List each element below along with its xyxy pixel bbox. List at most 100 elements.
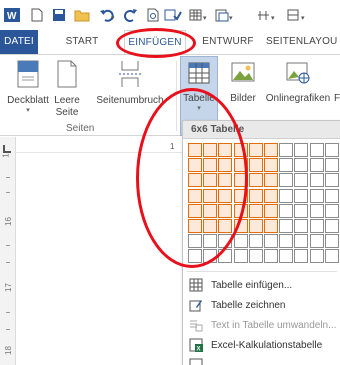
bilder-button[interactable]: Bilder	[226, 59, 260, 105]
undo-icon[interactable]: ▾	[98, 7, 118, 23]
table-grid-cell[interactable]	[324, 249, 339, 264]
table-grid-cell[interactable]	[233, 234, 248, 249]
table-grid-cell[interactable]	[218, 173, 233, 188]
table-grid-cell[interactable]	[233, 203, 248, 218]
table-grid-cell[interactable]	[218, 143, 233, 157]
menu-item-quick-tables[interactable]	[183, 355, 340, 365]
table-grid-cell[interactable]	[248, 173, 263, 188]
table-grid-cell[interactable]	[294, 188, 309, 203]
table-grid-cell[interactable]	[264, 188, 278, 203]
tab-einfuegen[interactable]: EINFÜGEN	[124, 30, 186, 55]
table-grid-cell[interactable]	[309, 219, 324, 233]
tab-seitenlayout[interactable]: SEITENLAYOU	[266, 30, 340, 54]
table-grid-cell[interactable]	[264, 249, 278, 264]
menu-item-draw-table[interactable]: Tabelle zeichnen	[183, 295, 340, 315]
table-grid-cell[interactable]	[279, 188, 294, 203]
table-grid-cell[interactable]	[324, 143, 339, 157]
new-document-icon[interactable]	[30, 7, 44, 23]
table-grid-cell[interactable]	[203, 158, 218, 173]
table-grid-cell[interactable]	[188, 158, 202, 173]
table-grid-cell[interactable]	[294, 219, 309, 233]
table-grid-cell[interactable]	[218, 234, 233, 249]
table-grid-cell[interactable]	[294, 158, 309, 173]
open-folder-icon[interactable]	[74, 7, 90, 23]
tabelle-button-content[interactable]: Tabelle ▾	[180, 59, 218, 113]
redo-icon[interactable]	[124, 7, 138, 23]
table-grid-cell[interactable]	[324, 188, 339, 203]
table-grid-cell[interactable]	[279, 143, 294, 157]
table-grid-cell[interactable]	[248, 158, 263, 173]
tab-selector-icon[interactable]	[3, 145, 11, 153]
table-grid-cell[interactable]	[309, 173, 324, 188]
table-grid-cell[interactable]	[218, 203, 233, 218]
table-grid-cell[interactable]	[233, 219, 248, 233]
tab-start[interactable]: START	[60, 30, 104, 54]
table-grid-cell[interactable]	[324, 158, 339, 173]
table-grid-cell[interactable]	[324, 234, 339, 249]
table-grid-cell[interactable]	[248, 203, 263, 218]
table-grid-cell[interactable]	[203, 143, 218, 157]
table-grid-cell[interactable]	[233, 188, 248, 203]
seitenumbruch-button[interactable]: Seitenumbruch	[84, 59, 176, 107]
table-grid-cell[interactable]	[203, 173, 218, 188]
tab-datei[interactable]: DATEI	[0, 30, 38, 54]
table-grid-cell[interactable]	[324, 203, 339, 218]
table-grid-cell[interactable]	[218, 188, 233, 203]
word-logo-icon[interactable]: W	[4, 7, 20, 23]
table-grid-cell[interactable]	[264, 158, 278, 173]
more-icon[interactable]: ▾	[286, 7, 310, 23]
table-grid-cell[interactable]	[309, 249, 324, 264]
table-grid-cell[interactable]	[279, 234, 294, 249]
table-grid-cell[interactable]	[309, 203, 324, 218]
paste-icon[interactable]: ▾	[214, 7, 236, 23]
align-icon[interactable]: ▾	[256, 7, 280, 23]
tab-entwurf[interactable]: ENTWURF	[200, 30, 256, 54]
table-grid-cell[interactable]	[264, 234, 278, 249]
table-grid-cell[interactable]	[248, 234, 263, 249]
table-grid-cell[interactable]	[218, 158, 233, 173]
table-grid-cell[interactable]	[264, 219, 278, 233]
table-grid-cell[interactable]	[248, 143, 263, 157]
more-ribbon-button[interactable]: F	[334, 59, 340, 105]
table-grid-cell[interactable]	[294, 173, 309, 188]
table-grid-cell[interactable]	[294, 203, 309, 218]
table-grid-cell[interactable]	[203, 203, 218, 218]
table-grid-cell[interactable]	[233, 249, 248, 264]
deckblatt-button[interactable]: Deckblatt ▾	[4, 59, 52, 115]
table-grid-cell[interactable]	[294, 143, 309, 157]
onlinegrafiken-button[interactable]: Onlinegrafiken	[262, 59, 334, 105]
table-grid-cell[interactable]	[248, 249, 263, 264]
print-preview-icon[interactable]	[146, 7, 160, 23]
menu-item-excel-table[interactable]: X Excel-Kalkulationstabelle	[183, 335, 340, 355]
table-grid-cell[interactable]	[248, 188, 263, 203]
table-grid-cell[interactable]	[279, 158, 294, 173]
save-icon[interactable]	[52, 7, 66, 23]
table-icon[interactable]: ▾	[188, 7, 210, 23]
table-grid-cell[interactable]	[324, 173, 339, 188]
table-grid-cell[interactable]	[233, 143, 248, 157]
table-grid-cell[interactable]	[279, 203, 294, 218]
table-grid-cell[interactable]	[309, 158, 324, 173]
table-grid-cell[interactable]	[203, 234, 218, 249]
table-grid-cell[interactable]	[279, 249, 294, 264]
table-grid-cell[interactable]	[203, 219, 218, 233]
table-grid-cell[interactable]	[294, 249, 309, 264]
table-grid-cell[interactable]	[188, 219, 202, 233]
table-grid-cell[interactable]	[264, 143, 278, 157]
table-grid-cell[interactable]	[188, 173, 202, 188]
leere-seite-button[interactable]: Leere Seite	[50, 59, 84, 119]
table-grid-cell[interactable]	[294, 234, 309, 249]
table-grid-cell[interactable]	[309, 143, 324, 157]
table-grid-cell[interactable]	[309, 234, 324, 249]
menu-item-insert-table[interactable]: Tabelle einfügen...	[183, 275, 340, 295]
table-grid-cell[interactable]	[188, 143, 202, 157]
table-grid-cell[interactable]	[248, 219, 263, 233]
table-grid-cell[interactable]	[188, 249, 202, 264]
table-grid-cell[interactable]	[218, 219, 233, 233]
table-grid-cell[interactable]	[188, 203, 202, 218]
table-grid-cell[interactable]	[233, 173, 248, 188]
table-grid-cell[interactable]	[203, 249, 218, 264]
table-grid-cell[interactable]	[264, 173, 278, 188]
table-grid-cell[interactable]	[203, 188, 218, 203]
table-grid-cell[interactable]	[188, 188, 202, 203]
